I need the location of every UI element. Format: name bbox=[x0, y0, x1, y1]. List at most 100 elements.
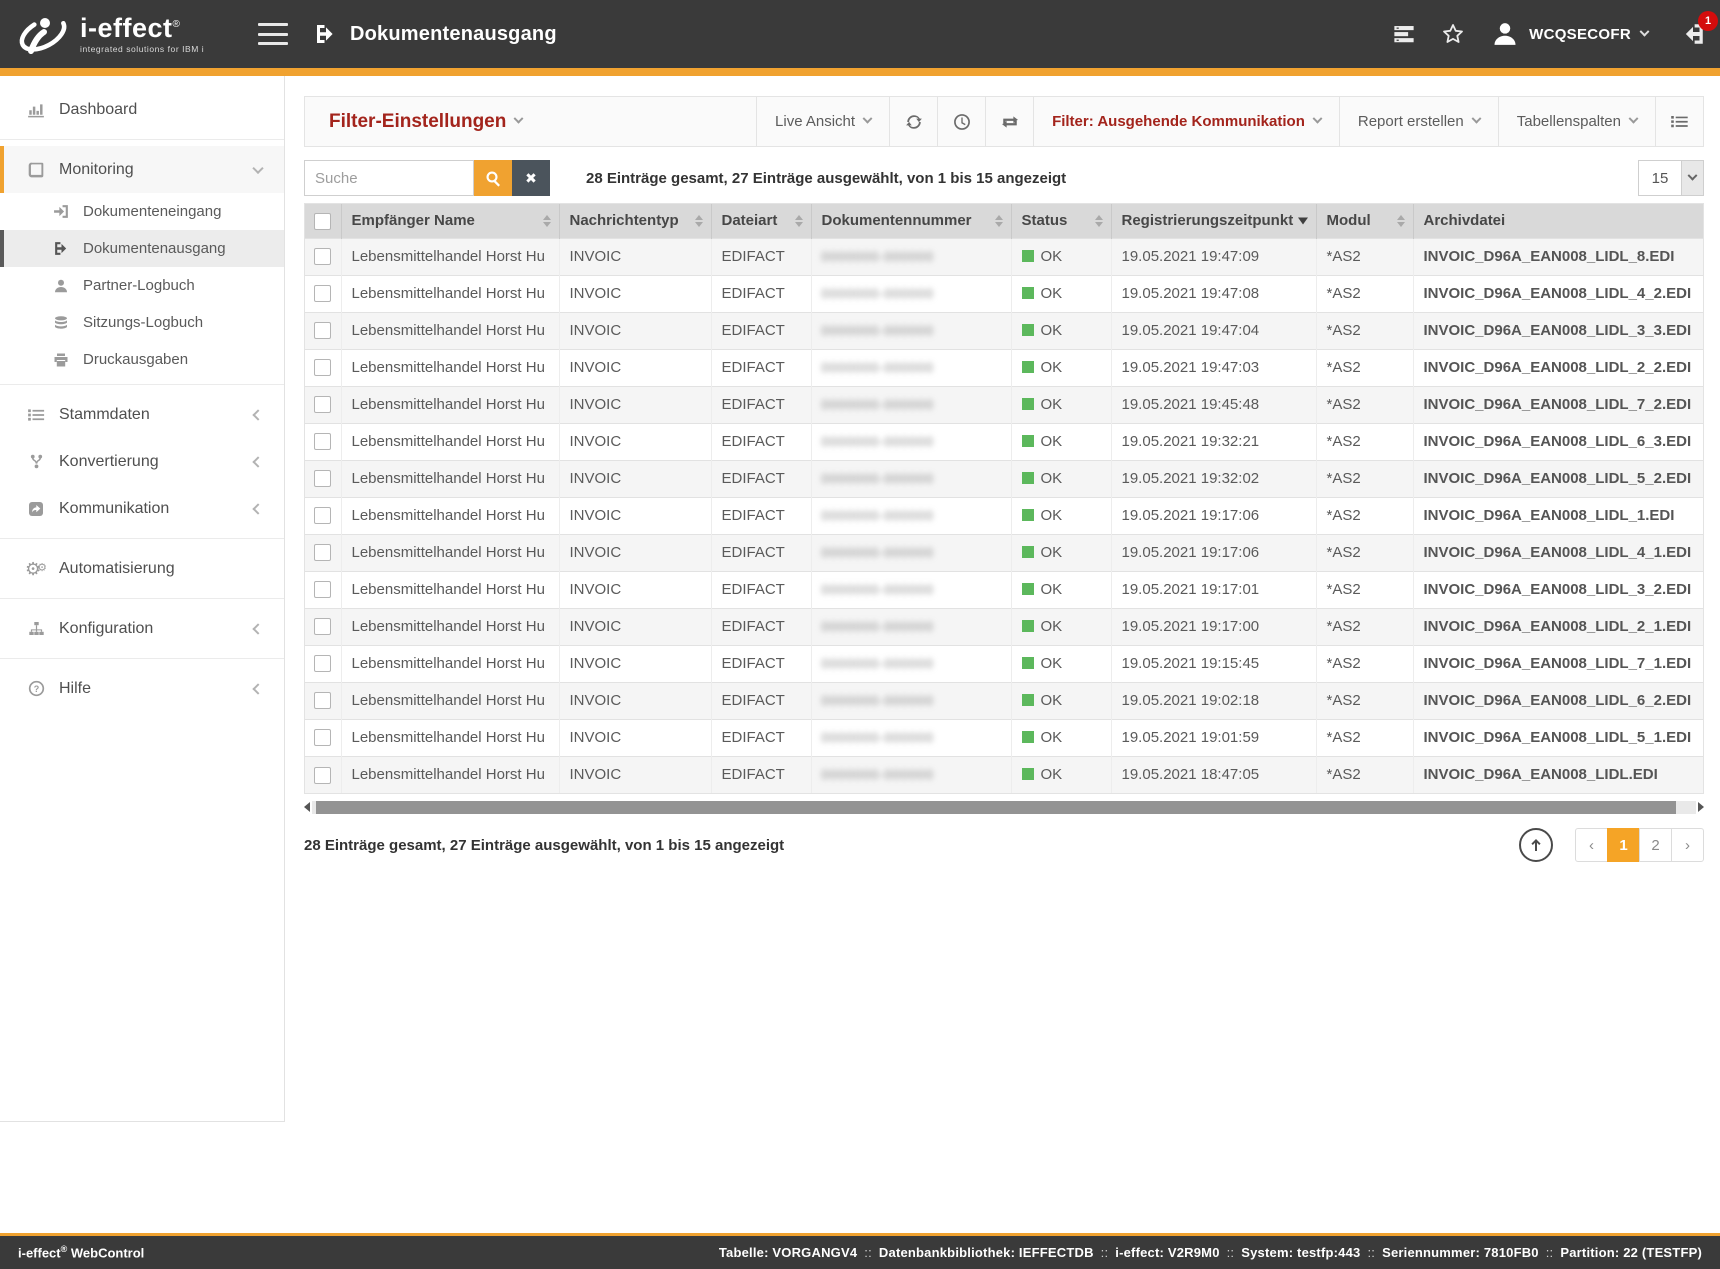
notification-badge[interactable]: 1 bbox=[1698, 11, 1718, 31]
repeat-icon[interactable] bbox=[985, 97, 1033, 146]
column-header-doknr[interactable]: Dokumentennummer bbox=[811, 204, 1011, 238]
column-header-modul[interactable]: Modul bbox=[1316, 204, 1413, 238]
table-row[interactable]: Lebensmittelhandel Horst Hu INVOIC EDIFA… bbox=[305, 497, 1703, 534]
search-button[interactable] bbox=[474, 160, 512, 196]
table-row[interactable]: Lebensmittelhandel Horst Hu INVOIC EDIFA… bbox=[305, 756, 1703, 793]
sort-icon[interactable] bbox=[695, 215, 703, 227]
clock-icon[interactable] bbox=[937, 97, 985, 146]
sort-icon[interactable] bbox=[1397, 215, 1405, 227]
page-button-2[interactable]: 2 bbox=[1639, 828, 1672, 862]
cell-dokumentennummer: 0000000-000000 bbox=[811, 349, 1011, 386]
row-checkbox-cell bbox=[305, 719, 341, 756]
share-icon bbox=[26, 501, 46, 517]
table-row[interactable]: Lebensmittelhandel Horst Hu INVOIC EDIFA… bbox=[305, 386, 1703, 423]
sidebar-item-automatisierung[interactable]: ⚙⚙Automatisierung bbox=[0, 545, 284, 592]
cell-registrierungszeitpunkt: 19.05.2021 19:47:04 bbox=[1111, 312, 1316, 349]
list-ul-icon[interactable] bbox=[1655, 97, 1703, 146]
user-menu[interactable]: WCQSECOFR bbox=[1491, 20, 1648, 48]
table-row[interactable]: Lebensmittelhandel Horst Hu INVOIC EDIFA… bbox=[305, 534, 1703, 571]
scroll-to-top-button[interactable] bbox=[1519, 828, 1553, 862]
sort-icon[interactable] bbox=[543, 215, 551, 227]
filter-settings-button[interactable]: Filter-Einstellungen bbox=[305, 97, 756, 146]
sidebar-item-stammdaten[interactable]: Stammdaten bbox=[0, 391, 284, 438]
table-columns-button[interactable]: Tabellenspalten bbox=[1498, 97, 1655, 146]
row-checkbox[interactable] bbox=[314, 581, 331, 598]
select-all-checkbox[interactable] bbox=[314, 213, 331, 230]
table-row[interactable]: Lebensmittelhandel Horst Hu INVOIC EDIFA… bbox=[305, 423, 1703, 460]
column-header-zeit[interactable]: Registrierungszeitpunkt bbox=[1111, 204, 1316, 238]
menu-toggle-button[interactable] bbox=[258, 23, 288, 45]
cell-modul: *AS2 bbox=[1316, 645, 1413, 682]
status-ok-icon bbox=[1022, 250, 1034, 262]
page-button-1[interactable]: 1 bbox=[1607, 828, 1640, 862]
server-icon[interactable] bbox=[1393, 23, 1415, 45]
sidebar-item-dokumenteneingang[interactable]: Dokumenteneingang bbox=[0, 193, 284, 230]
scroll-right-arrow[interactable] bbox=[1698, 802, 1704, 812]
search-input[interactable] bbox=[304, 160, 474, 196]
table-row[interactable]: Lebensmittelhandel Horst Hu INVOIC EDIFA… bbox=[305, 312, 1703, 349]
content-area: Filter-Einstellungen Live Ansicht bbox=[285, 76, 1720, 1233]
refresh-icon[interactable] bbox=[889, 97, 937, 146]
row-checkbox[interactable] bbox=[314, 729, 331, 746]
row-checkbox[interactable] bbox=[314, 396, 331, 413]
row-checkbox-cell bbox=[305, 682, 341, 719]
next-page-button[interactable]: › bbox=[1671, 828, 1704, 862]
row-checkbox[interactable] bbox=[314, 470, 331, 487]
create-report-button[interactable]: Report erstellen bbox=[1339, 97, 1498, 146]
table-row[interactable]: Lebensmittelhandel Horst Hu INVOIC EDIFA… bbox=[305, 460, 1703, 497]
table-row[interactable]: Lebensmittelhandel Horst Hu INVOIC EDIFA… bbox=[305, 238, 1703, 275]
column-header-dateiart[interactable]: Dateiart bbox=[711, 204, 811, 238]
sidebar-item-dashboard[interactable]: Dashboard bbox=[0, 86, 284, 133]
cell-archivdatei: INVOIC_D96A_EAN008_LIDL_4_1.EDI bbox=[1413, 534, 1703, 571]
table-row[interactable]: Lebensmittelhandel Horst Hu INVOIC EDIFA… bbox=[305, 608, 1703, 645]
sidebar-item-konvertierung[interactable]: Konvertierung bbox=[0, 438, 284, 485]
cell-nachrichtentyp: INVOIC bbox=[559, 460, 711, 497]
sort-icon[interactable] bbox=[995, 215, 1003, 227]
row-checkbox[interactable] bbox=[314, 692, 331, 709]
row-checkbox-cell bbox=[305, 571, 341, 608]
cell-empfaenger-name: Lebensmittelhandel Horst Hu bbox=[341, 608, 559, 645]
scrollbar-track[interactable] bbox=[312, 801, 1696, 814]
row-checkbox[interactable] bbox=[314, 322, 331, 339]
sidebar-item-kommunikation[interactable]: Kommunikation bbox=[0, 485, 284, 532]
prev-page-button[interactable]: ‹ bbox=[1575, 828, 1608, 862]
sidebar-item-dokumentenausgang[interactable]: Dokumentenausgang bbox=[0, 230, 284, 267]
star-icon[interactable] bbox=[1441, 22, 1465, 46]
scroll-left-arrow[interactable] bbox=[304, 802, 310, 812]
table-row[interactable]: Lebensmittelhandel Horst Hu INVOIC EDIFA… bbox=[305, 645, 1703, 682]
row-checkbox[interactable] bbox=[314, 655, 331, 672]
cell-archivdatei: INVOIC_D96A_EAN008_LIDL_5_1.EDI bbox=[1413, 719, 1703, 756]
column-header-typ[interactable]: Nachrichtentyp bbox=[559, 204, 711, 238]
table-row[interactable]: Lebensmittelhandel Horst Hu INVOIC EDIFA… bbox=[305, 719, 1703, 756]
sort-icon[interactable] bbox=[1298, 217, 1308, 224]
row-checkbox[interactable] bbox=[314, 507, 331, 524]
row-checkbox[interactable] bbox=[314, 433, 331, 450]
column-header-empfaenger[interactable]: Empfänger Name bbox=[341, 204, 559, 238]
table-row[interactable]: Lebensmittelhandel Horst Hu INVOIC EDIFA… bbox=[305, 275, 1703, 312]
footer-separator: :: bbox=[1360, 1245, 1382, 1260]
row-checkbox[interactable] bbox=[314, 544, 331, 561]
column-header-status[interactable]: Status bbox=[1011, 204, 1111, 238]
table-row[interactable]: Lebensmittelhandel Horst Hu INVOIC EDIFA… bbox=[305, 682, 1703, 719]
sidebar-item-partner-logbuch[interactable]: Partner-Logbuch bbox=[0, 267, 284, 304]
sort-icon[interactable] bbox=[1095, 215, 1103, 227]
page-size-select[interactable]: 15 bbox=[1638, 160, 1704, 196]
row-checkbox[interactable] bbox=[314, 285, 331, 302]
sidebar-item-sitzungs-logbuch[interactable]: Sitzungs-Logbuch bbox=[0, 304, 284, 341]
row-checkbox[interactable] bbox=[314, 359, 331, 376]
clear-search-button[interactable]: ✖ bbox=[512, 160, 550, 196]
row-checkbox[interactable] bbox=[314, 248, 331, 265]
table-row[interactable]: Lebensmittelhandel Horst Hu INVOIC EDIFA… bbox=[305, 349, 1703, 386]
sort-icon[interactable] bbox=[795, 215, 803, 227]
sidebar-item-konfiguration[interactable]: Konfiguration bbox=[0, 605, 284, 652]
row-checkbox[interactable] bbox=[314, 618, 331, 635]
bar-chart-icon bbox=[26, 101, 46, 119]
table-row[interactable]: Lebensmittelhandel Horst Hu INVOIC EDIFA… bbox=[305, 571, 1703, 608]
sidebar-item-druckausgaben[interactable]: Druckausgaben bbox=[0, 341, 284, 378]
active-filter-button[interactable]: Filter: Ausgehende Kommunikation bbox=[1033, 97, 1339, 146]
live-view-button[interactable]: Live Ansicht bbox=[756, 97, 889, 146]
sidebar-item-hilfe[interactable]: ?Hilfe bbox=[0, 665, 284, 712]
scrollbar-thumb[interactable] bbox=[316, 801, 1676, 814]
sidebar-item-monitoring[interactable]: Monitoring bbox=[0, 146, 284, 193]
row-checkbox[interactable] bbox=[314, 767, 331, 784]
